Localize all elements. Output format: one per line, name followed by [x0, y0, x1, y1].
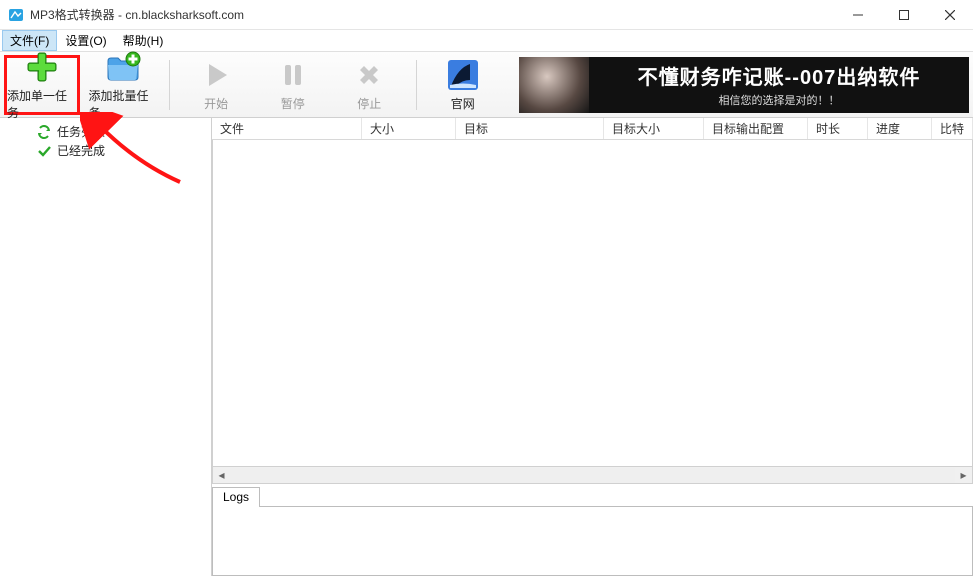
tree-item-done[interactable]: 已经完成: [6, 141, 205, 160]
plus-icon: [24, 49, 60, 85]
start-label: 开始: [204, 95, 228, 112]
col-duration[interactable]: 时长: [808, 118, 868, 139]
shark-icon: [445, 57, 481, 93]
horizontal-scrollbar[interactable]: ◂ ▸: [212, 467, 973, 484]
ad-banner[interactable]: 不懂财务咋记账--007出纳软件 相信您的选择是对的！！: [519, 57, 969, 113]
stop-button[interactable]: 停止: [335, 55, 404, 115]
ad-portrait: [519, 57, 589, 113]
logs-tabstrip: Logs: [212, 486, 973, 506]
website-button[interactable]: 官网: [428, 55, 497, 115]
app-icon: [8, 7, 24, 23]
col-bitrate[interactable]: 比特: [932, 118, 973, 139]
folder-plus-icon: [105, 49, 141, 85]
maximize-button[interactable]: [881, 0, 927, 30]
sidebar: 任务列表 已经完成: [0, 118, 212, 576]
ad-subline: 相信您的选择是对的！！: [719, 92, 840, 108]
toolbar: 添加单一任务 添加批量任务 开始 暂停 停止: [0, 52, 973, 118]
add-single-task-button[interactable]: 添加单一任务: [4, 55, 80, 115]
col-target-size[interactable]: 目标大小: [604, 118, 704, 139]
scroll-right-icon[interactable]: ▸: [955, 468, 972, 483]
logs-tab[interactable]: Logs: [212, 487, 260, 507]
tree-label-task-list: 任务列表: [57, 123, 105, 140]
tree-item-task-list[interactable]: 任务列表: [6, 122, 205, 141]
tree-label-done: 已经完成: [57, 142, 105, 159]
logs-panel[interactable]: [212, 506, 973, 576]
window-title: MP3格式转换器 - cn.blacksharksoft.com: [30, 6, 244, 23]
pause-icon: [275, 57, 311, 93]
main-area: 任务列表 已经完成 文件 大小 目标 目标大小 目标输出配置 时长 进度 比特 …: [0, 118, 973, 576]
pause-button[interactable]: 暂停: [258, 55, 327, 115]
col-target-cfg[interactable]: 目标输出配置: [704, 118, 808, 139]
start-button[interactable]: 开始: [182, 55, 251, 115]
minimize-button[interactable]: [835, 0, 881, 30]
col-progress[interactable]: 进度: [868, 118, 932, 139]
col-file[interactable]: 文件: [212, 118, 362, 139]
check-icon: [36, 144, 51, 157]
toolbar-separator: [169, 60, 170, 110]
scroll-left-icon[interactable]: ◂: [213, 468, 230, 483]
col-target[interactable]: 目标: [456, 118, 604, 139]
col-size[interactable]: 大小: [362, 118, 456, 139]
stop-label: 停止: [357, 95, 381, 112]
website-label: 官网: [451, 95, 475, 112]
pause-label: 暂停: [281, 95, 305, 112]
content-pane: 文件 大小 目标 目标大小 目标输出配置 时长 进度 比特 ◂ ▸ Logs: [212, 118, 973, 576]
table-header: 文件 大小 目标 目标大小 目标输出配置 时长 进度 比特: [212, 118, 973, 140]
add-batch-task-label: 添加批量任务: [88, 87, 157, 121]
stop-x-icon: [351, 57, 387, 93]
add-single-task-label: 添加单一任务: [7, 87, 77, 121]
close-button[interactable]: [927, 0, 973, 30]
ad-headline: 不懂财务咋记账--007出纳软件: [638, 61, 921, 90]
menu-bar: 文件(F) 设置(O) 帮助(H): [0, 30, 973, 52]
toolbar-separator: [416, 60, 417, 110]
table-body[interactable]: [212, 140, 973, 467]
scroll-track[interactable]: [230, 468, 955, 483]
refresh-icon: [36, 125, 51, 138]
title-bar: MP3格式转换器 - cn.blacksharksoft.com: [0, 0, 973, 30]
play-icon: [198, 57, 234, 93]
add-batch-task-button[interactable]: 添加批量任务: [88, 55, 157, 115]
